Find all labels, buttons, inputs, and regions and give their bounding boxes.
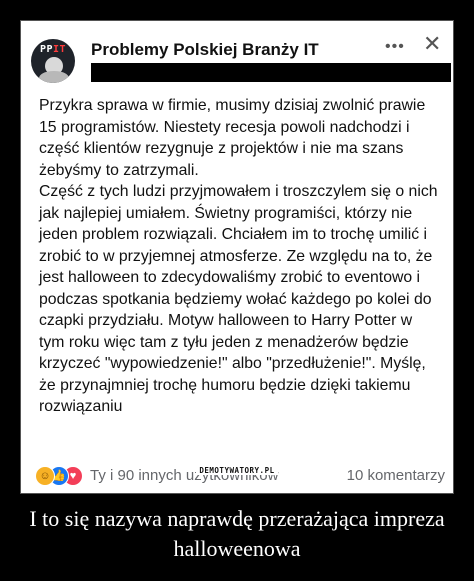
group-avatar[interactable]: PPIT — [31, 39, 75, 83]
group-name[interactable]: Problemy Polskiej Branży IT — [91, 40, 319, 60]
more-icon[interactable]: ••• — [385, 38, 405, 56]
avatar-logo-text: PPIT — [39, 44, 67, 55]
redacted-author-bar — [91, 63, 451, 82]
avatar-face — [39, 57, 69, 83]
demotywatory-watermark: DEMOTYWATORY.PL — [0, 466, 474, 475]
post-header: PPIT Problemy Polskiej Branży IT ••• ✕ — [21, 21, 453, 85]
post-body-text: Przykra sprawa w firmie, musimy dzisiaj … — [39, 97, 438, 415]
facebook-post-screenshot: PPIT Problemy Polskiej Branży IT ••• ✕ P… — [20, 20, 454, 494]
caption-text: I to się nazywa naprawdę przerażająca im… — [29, 506, 445, 561]
close-icon[interactable]: ✕ — [423, 33, 441, 55]
